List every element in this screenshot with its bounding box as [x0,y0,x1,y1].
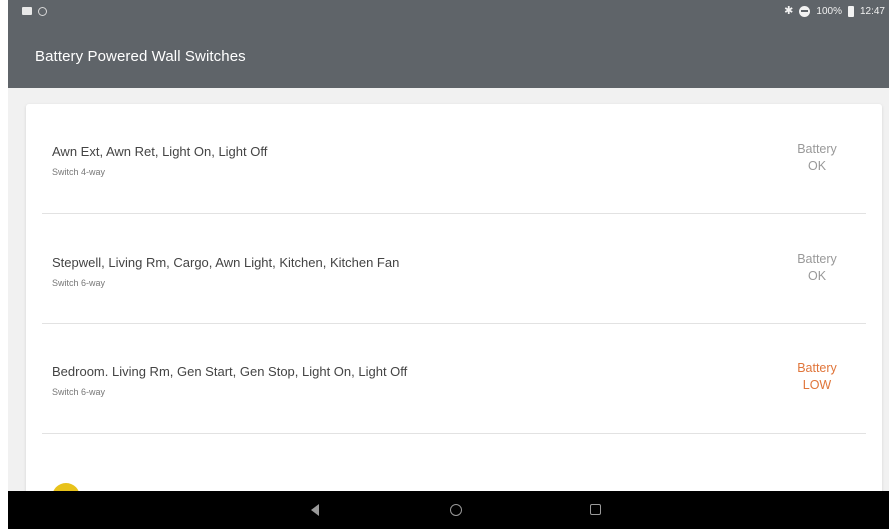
list-item-switch-2[interactable]: Stepwell, Living Rm, Cargo, Awn Light, K… [42,214,866,324]
do-not-disturb-icon [799,5,811,17]
page-title: Battery Powered Wall Switches [35,48,246,65]
tablet-screen: ✱ 100% 12:47 Battery Powered Wall Switch… [8,0,889,529]
battery-status: Battery OK [782,251,852,285]
switch-list-card: Awn Ext, Awn Ret, Light On, Light Off Sw… [26,104,882,504]
switch-type: Switch 4-way [52,167,106,177]
home-icon[interactable] [450,504,462,516]
recent-apps-icon[interactable] [590,504,601,515]
battery-status: Battery LOW [782,360,852,394]
battery-status-value: LOW [802,378,832,392]
switch-type: Switch 6-way [52,278,106,288]
status-left [22,6,47,16]
list-item-switch-3[interactable]: Bedroom. Living Rm, Gen Start, Gen Stop,… [42,324,866,434]
back-icon[interactable] [311,504,319,516]
switch-name: Awn Ext, Awn Ret, Light On, Light Off [52,144,268,159]
notification-icon [22,7,32,15]
switch-type: Switch 6-way [52,387,106,397]
battery-icon [847,5,854,17]
switch-name: Stepwell, Living Rm, Cargo, Awn Light, K… [52,255,400,270]
switch-name: Bedroom. Living Rm, Gen Start, Gen Stop,… [52,364,408,379]
list-item-switch-1[interactable]: Awn Ext, Awn Ret, Light On, Light Off Sw… [42,104,866,214]
status-right: ✱ 100% 12:47 [784,4,885,17]
battery-status-value: OK [807,159,827,173]
status-bar: ✱ 100% 12:47 [8,0,889,22]
battery-status-label: Battery [797,252,837,266]
sync-icon [38,6,47,16]
bluetooth-icon: ✱ [784,4,794,17]
clock: 12:47 [859,5,885,17]
battery-status-value: OK [807,269,827,283]
app-bar: ✱ 100% 12:47 Battery Powered Wall Switch… [8,0,889,88]
battery-status-label: Battery [797,142,837,156]
battery-percent: 100% [816,5,842,17]
system-nav-bar [8,491,889,529]
battery-status-label: Battery [797,361,837,375]
battery-status: Battery OK [782,141,852,175]
